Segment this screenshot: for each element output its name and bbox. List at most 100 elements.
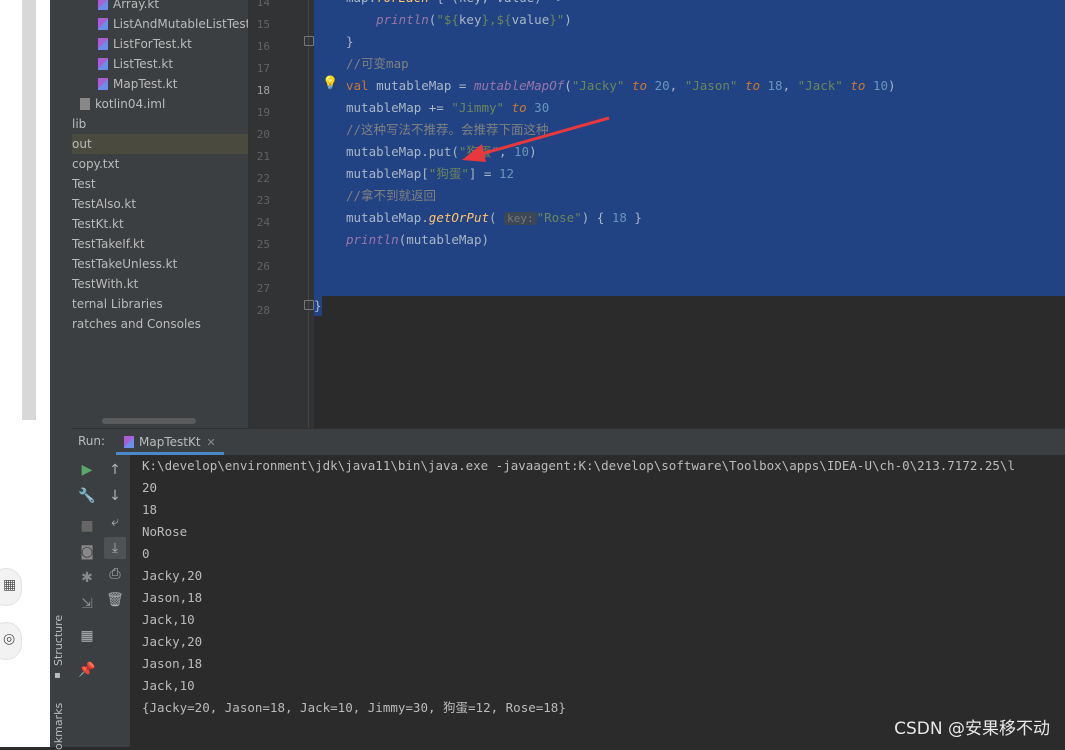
tree-item-label: ListForTest.kt: [113, 37, 192, 51]
structure-tab[interactable]: Structure: [52, 615, 65, 666]
tree-item[interactable]: ListTest.kt: [72, 54, 248, 74]
tree-item-label: copy.txt: [72, 157, 120, 171]
tree-item-label: TestTakeUnless.kt: [72, 257, 178, 271]
tree-item-label: Test: [72, 177, 96, 191]
tree-item-label: out: [72, 137, 92, 151]
tree-item-label: TestKt.kt: [72, 217, 124, 231]
camera-icon[interactable]: ◙: [76, 541, 98, 563]
tree-item[interactable]: Test: [72, 174, 248, 194]
line-number: 23: [256, 194, 270, 207]
console-line: Jack,10: [142, 678, 195, 693]
console-line: 18: [142, 502, 158, 517]
line-number: 20: [256, 128, 270, 141]
tree-item[interactable]: kotlin04.iml: [72, 94, 248, 114]
console-line: Jason,18: [142, 590, 203, 605]
fold-icon[interactable]: [304, 300, 314, 310]
run-label: Run:: [78, 434, 106, 448]
clear-console-button[interactable]: 🗑: [104, 589, 126, 611]
code-line: }: [314, 298, 322, 313]
stop-button[interactable]: ■: [76, 515, 98, 537]
exit-button[interactable]: ⇲: [76, 593, 98, 615]
tree-item[interactable]: TestKt.kt: [72, 214, 248, 234]
line-number: 14: [256, 0, 270, 9]
tree-item-label: ListTest.kt: [113, 57, 174, 71]
tree-item-label: ternal Libraries: [72, 297, 163, 311]
console-line: Jacky,20: [142, 634, 203, 649]
close-icon[interactable]: ✕: [207, 436, 216, 449]
tree-item[interactable]: copy.txt: [72, 154, 248, 174]
tree-item[interactable]: TestTakeIf.kt: [72, 234, 248, 254]
tool-window-strip: Structure ▪ okmarks: [50, 0, 73, 750]
tree-item-label: lib: [72, 117, 87, 131]
line-number: 22: [256, 172, 270, 185]
run-tab-label: MapTestKt: [139, 435, 201, 449]
tree-item-label: TestWith.kt: [72, 277, 139, 291]
code-line: map.forEach { (key, value) ->: [346, 0, 564, 8]
code-line: //拿不到就返回: [346, 188, 437, 203]
kotlin-icon: [124, 436, 134, 448]
tab-maptestkt[interactable]: MapTestKt ✕: [116, 429, 224, 455]
code-line: println("${key},${value}"): [376, 12, 572, 27]
run-panel-header: Run: MapTestKt ✕: [72, 428, 1065, 456]
tree-item[interactable]: out: [72, 134, 248, 154]
line-number: 18: [256, 84, 270, 97]
tree-scrollbar[interactable]: [102, 418, 196, 424]
console-line: 20: [142, 480, 158, 495]
project-tree: Array.kt ListAndMutableListTest.kt ListFor…: [72, 0, 248, 428]
console-line: Jason,18: [142, 656, 203, 671]
editor-gutter: 14 15 16 17 18 19 20 21 22 23 24 25 26 27 28: [250, 0, 314, 428]
console-output[interactable]: K:\develop\environment\jdk\java11\bin\ja…: [130, 455, 1065, 747]
soft-wrap-button[interactable]: ⤶: [104, 511, 126, 533]
tree-item[interactable]: ratches and Consoles: [72, 314, 248, 334]
line-number: 16: [256, 40, 270, 53]
watermark: CSDN @安果移不动: [894, 719, 1050, 739]
line-number: 19: [256, 106, 270, 119]
lightbulb-icon[interactable]: 💡: [322, 76, 338, 91]
tree-item[interactable]: TestWith.kt: [72, 274, 248, 294]
tree-item[interactable]: TestTakeUnless.kt: [72, 254, 248, 274]
gutter-divider: [308, 0, 309, 428]
line-number: 17: [256, 62, 270, 75]
code-editor[interactable]: 💡 map.forEach { (key, value) -> println(…: [314, 0, 1065, 428]
run-toolbar-left: ▶ 🔧 ■ ◙ ✱ ⇲ ▦ 📌: [72, 455, 100, 747]
print-button[interactable]: ⎙: [104, 563, 126, 585]
module-file-icon: [80, 98, 90, 110]
line-number: 21: [256, 150, 270, 163]
pin-icon[interactable]: 📌: [76, 659, 98, 681]
tree-item[interactable]: ListForTest.kt: [72, 34, 248, 54]
browser-scrollbar[interactable]: [22, 0, 36, 420]
tree-item-label: kotlin04.iml: [95, 97, 166, 111]
tree-item[interactable]: Array.kt: [72, 0, 248, 14]
console-command: K:\develop\environment\jdk\java11\bin\ja…: [142, 458, 1015, 473]
rerun-button[interactable]: ▶: [76, 459, 98, 481]
code-line: }: [346, 34, 354, 49]
annotation-arrow: [462, 116, 610, 162]
tree-item-label: TestTakeIf.kt: [72, 237, 145, 251]
scroll-up-button[interactable]: ↑: [104, 459, 126, 481]
tree-item-label: Array.kt: [113, 0, 160, 11]
tree-item[interactable]: TestAlso.kt: [72, 194, 248, 214]
scroll-to-end-button[interactable]: ⤓: [104, 537, 126, 559]
bookmarks-tab[interactable]: okmarks: [52, 703, 65, 750]
modify-config-button[interactable]: 🔧: [76, 485, 98, 507]
support-button[interactable]: ◎: [0, 622, 22, 660]
parameter-hint: key:: [504, 212, 537, 225]
tree-item[interactable]: ListAndMutableListTest.kt: [72, 14, 248, 34]
kotlin-file-icon: [98, 58, 108, 70]
scroll-down-button[interactable]: ↓: [104, 485, 126, 507]
qr-code-button[interactable]: ▦: [0, 568, 22, 606]
console-line: NoRose: [142, 524, 188, 539]
layout-icon[interactable]: ▦: [76, 625, 98, 647]
tree-item[interactable]: ternal Libraries: [72, 294, 248, 314]
kotlin-file-icon: [98, 78, 108, 90]
browser-left-strip: ▦ ◎: [0, 0, 50, 747]
headset-icon: ◎: [3, 631, 16, 647]
fold-icon[interactable]: [304, 36, 314, 46]
line-number: 28: [256, 304, 270, 317]
console-line: 0: [142, 546, 150, 561]
tree-item[interactable]: lib: [72, 114, 248, 134]
settings-icon[interactable]: ✱: [76, 567, 98, 589]
tree-item[interactable]: MapTest.kt: [72, 74, 248, 94]
kotlin-file-icon: [98, 0, 108, 10]
code-line: mutableMap.getOrPut( key: "Rose") { 18 }: [346, 210, 642, 225]
